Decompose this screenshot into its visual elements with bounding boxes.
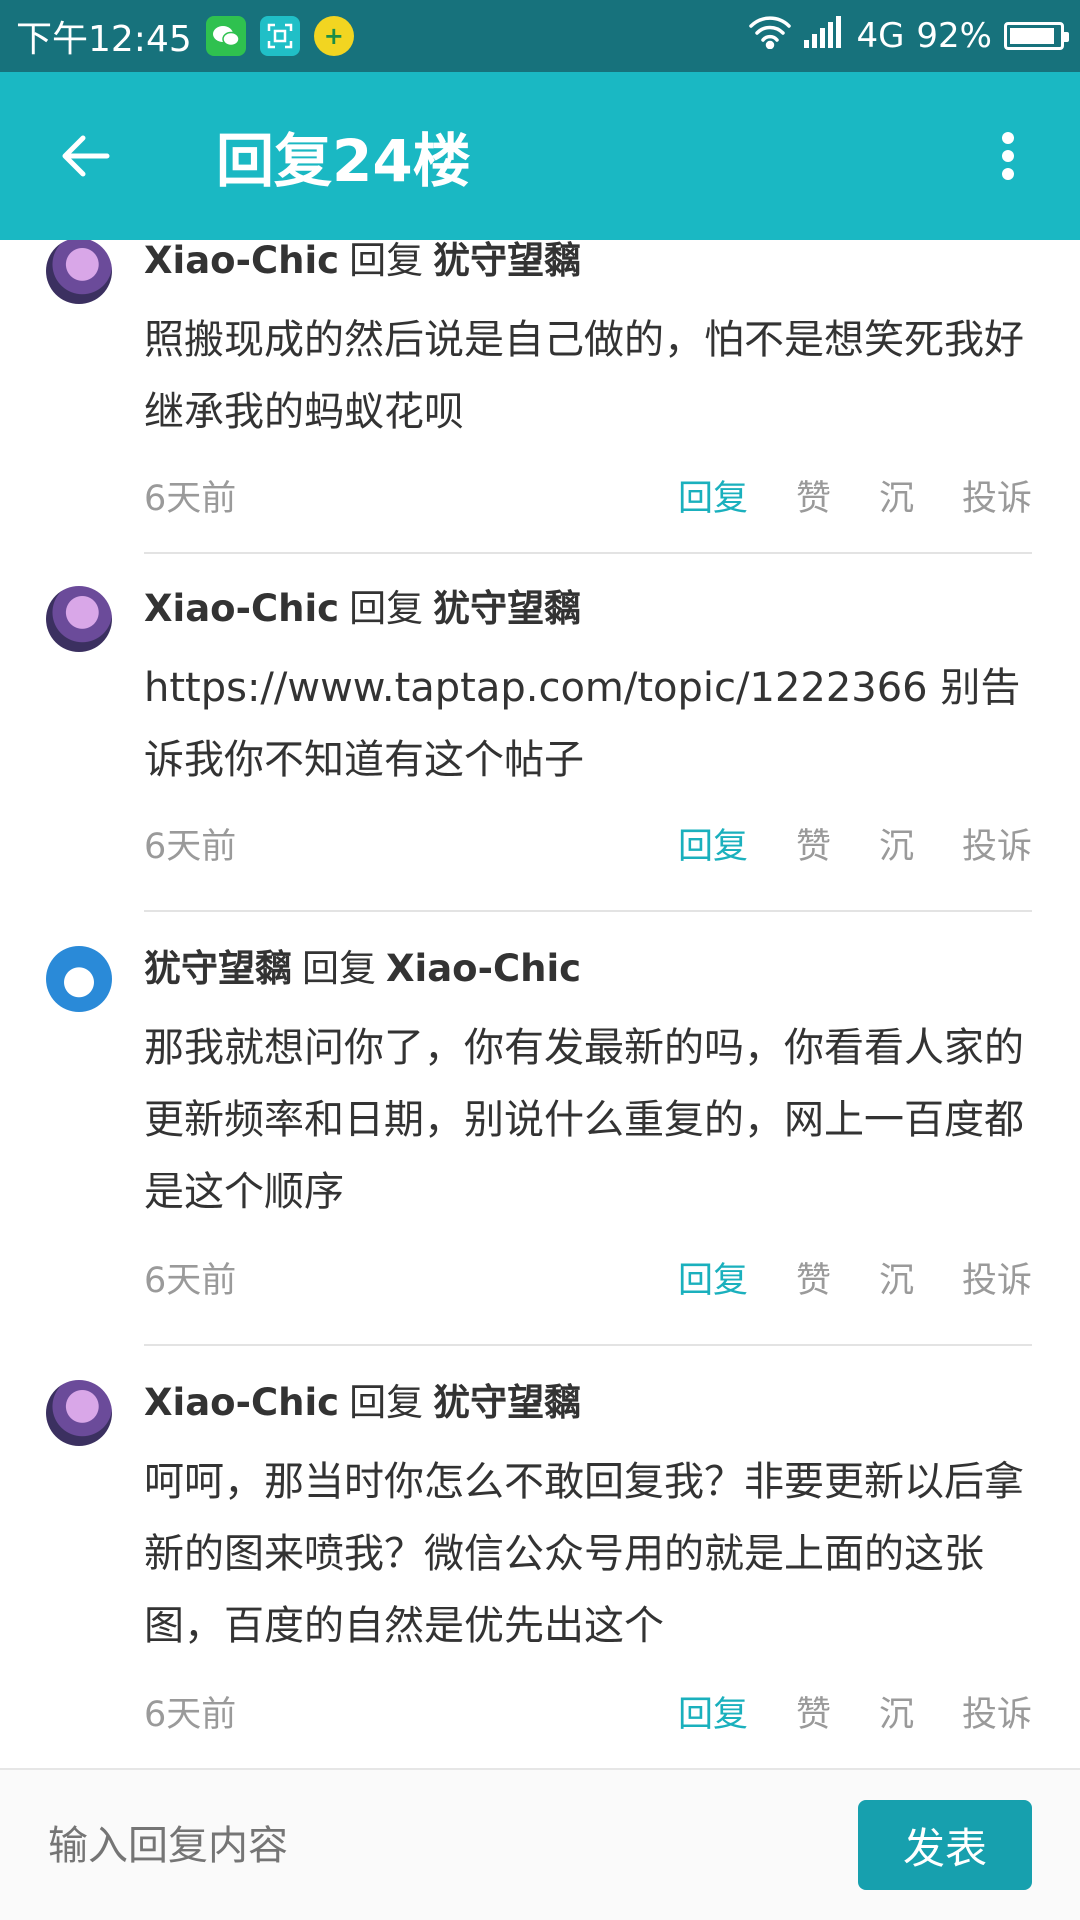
report-button[interactable]: 投诉 <box>962 1252 1032 1303</box>
divider <box>144 552 1032 554</box>
reply-bar: 发表 <box>0 1768 1080 1920</box>
like-button[interactable]: 赞 <box>796 818 831 869</box>
comment-actions: 回复 赞 沉 投诉 <box>678 1686 1032 1737</box>
publish-button[interactable]: 发表 <box>858 1800 1032 1890</box>
status-bar: 下午12:45 + 4G 92% <box>0 0 1080 72</box>
comment-text: 呵呵，那当时你怎么不敢回复我？非要更新以后拿新的图来喷我？微信公众号用的就是上面… <box>144 1459 1024 1649</box>
report-button[interactable]: 投诉 <box>962 1686 1032 1737</box>
author-name[interactable]: Xiao-Chic <box>144 240 339 282</box>
author-name[interactable]: 犹守望黐 <box>144 947 292 990</box>
status-right: 4G 92% <box>748 15 1069 58</box>
reply-word: 回复 <box>302 947 376 990</box>
sink-button[interactable]: 沉 <box>879 818 914 869</box>
comment-footer: 6天前 回复 赞 沉 投诉 <box>144 1252 1032 1302</box>
more-options-button[interactable] <box>988 126 1028 186</box>
target-name[interactable]: Xiao-Chic <box>386 947 581 990</box>
avatar[interactable] <box>46 946 112 1012</box>
battery-level <box>1010 28 1055 44</box>
target-name[interactable]: 犹守望黐 <box>433 1381 581 1424</box>
comment-time: 6天前 <box>144 826 237 867</box>
comment-header: Xiao-Chic 回复 犹守望黐 <box>144 240 581 286</box>
comment-text: 照搬现成的然后说是自己做的，怕不是想笑死我好继承我的蚂蚁花呗 <box>144 317 1024 435</box>
reply-button[interactable]: 回复 <box>678 1686 748 1737</box>
back-button[interactable] <box>56 126 116 186</box>
target-name[interactable]: 犹守望黐 <box>433 240 581 282</box>
battery-icon <box>1004 22 1069 50</box>
sink-button[interactable]: 沉 <box>879 1686 914 1737</box>
app-bar: 回复24楼 <box>0 72 1080 240</box>
wechat-icon <box>205 16 246 56</box>
comment-footer: 6天前 回复 赞 沉 投诉 <box>144 470 1032 520</box>
comment-header: Xiao-Chic 回复 犹守望黐 <box>144 584 581 634</box>
author-name[interactable]: Xiao-Chic <box>144 587 339 630</box>
divider <box>144 910 1032 912</box>
more-dot-icon <box>1002 150 1014 162</box>
comment-actions: 回复 赞 沉 投诉 <box>678 470 1032 521</box>
comment-actions: 回复 赞 沉 投诉 <box>678 818 1032 869</box>
comment-header: 犹守望黐 回复 Xiao-Chic <box>144 944 581 994</box>
page-title: 回复24楼 <box>216 127 471 195</box>
avatar[interactable] <box>46 240 112 304</box>
comment-header: Xiao-Chic 回复 犹守望黐 <box>144 1378 581 1428</box>
status-left: 下午12:45 + <box>16 10 354 62</box>
more-dot-icon <box>1002 132 1014 144</box>
target-name[interactable]: 犹守望黐 <box>433 587 581 630</box>
arrow-left-icon <box>62 135 110 177</box>
like-button[interactable]: 赞 <box>796 1252 831 1303</box>
network-type: 4G <box>856 16 905 56</box>
avatar[interactable] <box>46 1380 112 1446</box>
comment-text: https://www.taptap.com/topic/1222366 别告诉… <box>144 665 1021 783</box>
report-button[interactable]: 投诉 <box>962 818 1032 869</box>
wifi-icon <box>748 15 792 58</box>
status-time: 下午12:45 <box>16 19 192 60</box>
reply-word: 回复 <box>349 240 424 282</box>
plus-app-icon: + <box>313 16 354 56</box>
author-name[interactable]: Xiao-Chic <box>144 1381 339 1424</box>
comment-footer: 6天前 回复 赞 沉 投诉 <box>144 818 1032 868</box>
reply-word: 回复 <box>349 587 424 630</box>
comment-time: 6天前 <box>144 1694 237 1735</box>
report-button[interactable]: 投诉 <box>962 470 1032 521</box>
sink-button[interactable]: 沉 <box>879 470 914 521</box>
comment-time: 6天前 <box>144 478 237 519</box>
like-button[interactable]: 赞 <box>796 1686 831 1737</box>
divider <box>144 1344 1032 1346</box>
reply-list[interactable]: Xiao-Chic 回复 犹守望黐 照搬现成的然后说是自己做的，怕不是想笑死我好继承… <box>0 240 1080 1770</box>
scan-icon <box>259 16 300 56</box>
comment-footer: 6天前 回复 赞 沉 投诉 <box>144 1686 1032 1736</box>
reply-input[interactable] <box>48 1816 828 1876</box>
more-dot-icon <box>1002 168 1014 180</box>
signal-icon <box>804 15 844 57</box>
comment-text: 那我就想问你了，你有发最新的吗，你看看人家的更新频率和日期，别说什么重复的，网上… <box>144 1025 1024 1215</box>
reply-button[interactable]: 回复 <box>678 1252 748 1303</box>
comment-time: 6天前 <box>144 1260 237 1301</box>
reply-button[interactable]: 回复 <box>678 818 748 869</box>
reply-word: 回复 <box>349 1381 424 1424</box>
battery-percent: 92% <box>916 16 992 56</box>
like-button[interactable]: 赞 <box>796 470 831 521</box>
comment-actions: 回复 赞 沉 投诉 <box>678 1252 1032 1303</box>
sink-button[interactable]: 沉 <box>879 1252 914 1303</box>
reply-button[interactable]: 回复 <box>678 470 748 521</box>
avatar[interactable] <box>46 586 112 652</box>
